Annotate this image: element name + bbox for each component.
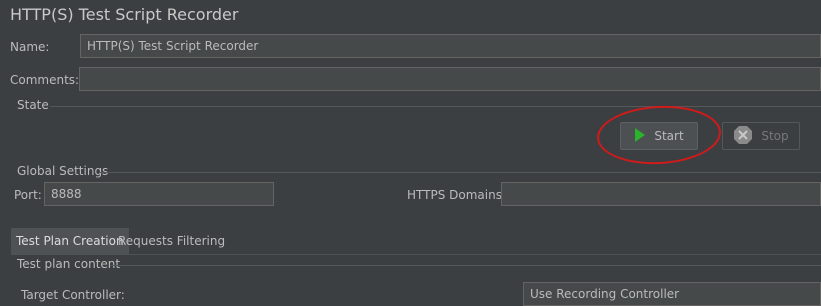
https-domains-label: HTTPS Domains: (407, 188, 506, 202)
name-field[interactable]: HTTP(S) Test Script Recorder (80, 34, 821, 58)
tab-divider (11, 254, 821, 255)
global-settings-heading: Global Settings (17, 164, 109, 178)
comments-label: Comments: (10, 73, 80, 87)
port-field[interactable]: 8888 (44, 182, 274, 206)
https-domains-field[interactable] (501, 182, 821, 206)
test-plan-heading: Test plan content (17, 257, 121, 271)
highlight-circle (595, 102, 723, 168)
tab-test-plan-creation[interactable]: Test Plan Creation (11, 228, 129, 254)
target-controller-label: Target Controller: (21, 288, 125, 302)
stop-button-label: Stop (761, 129, 789, 143)
target-controller-select[interactable]: Use Recording Controller (523, 282, 821, 306)
comments-field[interactable] (79, 67, 821, 91)
stop-button[interactable]: Stop (722, 122, 800, 150)
state-divider (50, 106, 821, 107)
test-plan-divider (110, 265, 821, 266)
state-heading: State (17, 98, 49, 112)
page-title: HTTP(S) Test Script Recorder (10, 5, 239, 24)
global-settings-divider (100, 172, 821, 173)
stop-icon (733, 125, 753, 148)
tab-requests-filtering[interactable]: Requests Filtering (113, 228, 230, 254)
port-label: Port: (14, 188, 42, 202)
name-label: Name: (10, 40, 50, 54)
